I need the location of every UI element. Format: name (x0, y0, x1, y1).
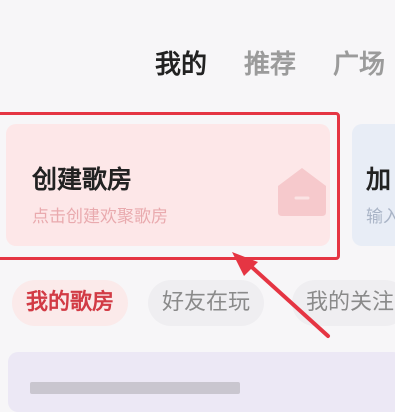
top-tab-bar: 我的 推荐 广场 (0, 38, 395, 84)
filter-friends-playing[interactable]: 好友在玩 (148, 280, 265, 326)
create-room-card[interactable]: 创建歌房 点击创建欢聚歌房 (6, 124, 330, 246)
join-room-card[interactable]: 加 输入 (352, 124, 395, 246)
join-room-subtitle: 输入 (366, 207, 395, 227)
tab-recommend[interactable]: 推荐 (244, 44, 296, 81)
tab-mine[interactable]: 我的 (155, 44, 207, 81)
filter-my-rooms[interactable]: 我的歌房 (12, 280, 129, 326)
blurred-text (30, 382, 240, 394)
join-room-title: 加 (366, 165, 392, 194)
house-icon (278, 168, 326, 216)
filter-my-follows[interactable]: 我的关注 (292, 280, 395, 326)
room-list-item[interactable] (8, 352, 395, 412)
tab-square[interactable]: 广场 (333, 44, 385, 81)
create-room-subtitle: 点击创建欢聚歌房 (32, 207, 168, 227)
create-room-title: 创建歌房 (32, 165, 133, 194)
